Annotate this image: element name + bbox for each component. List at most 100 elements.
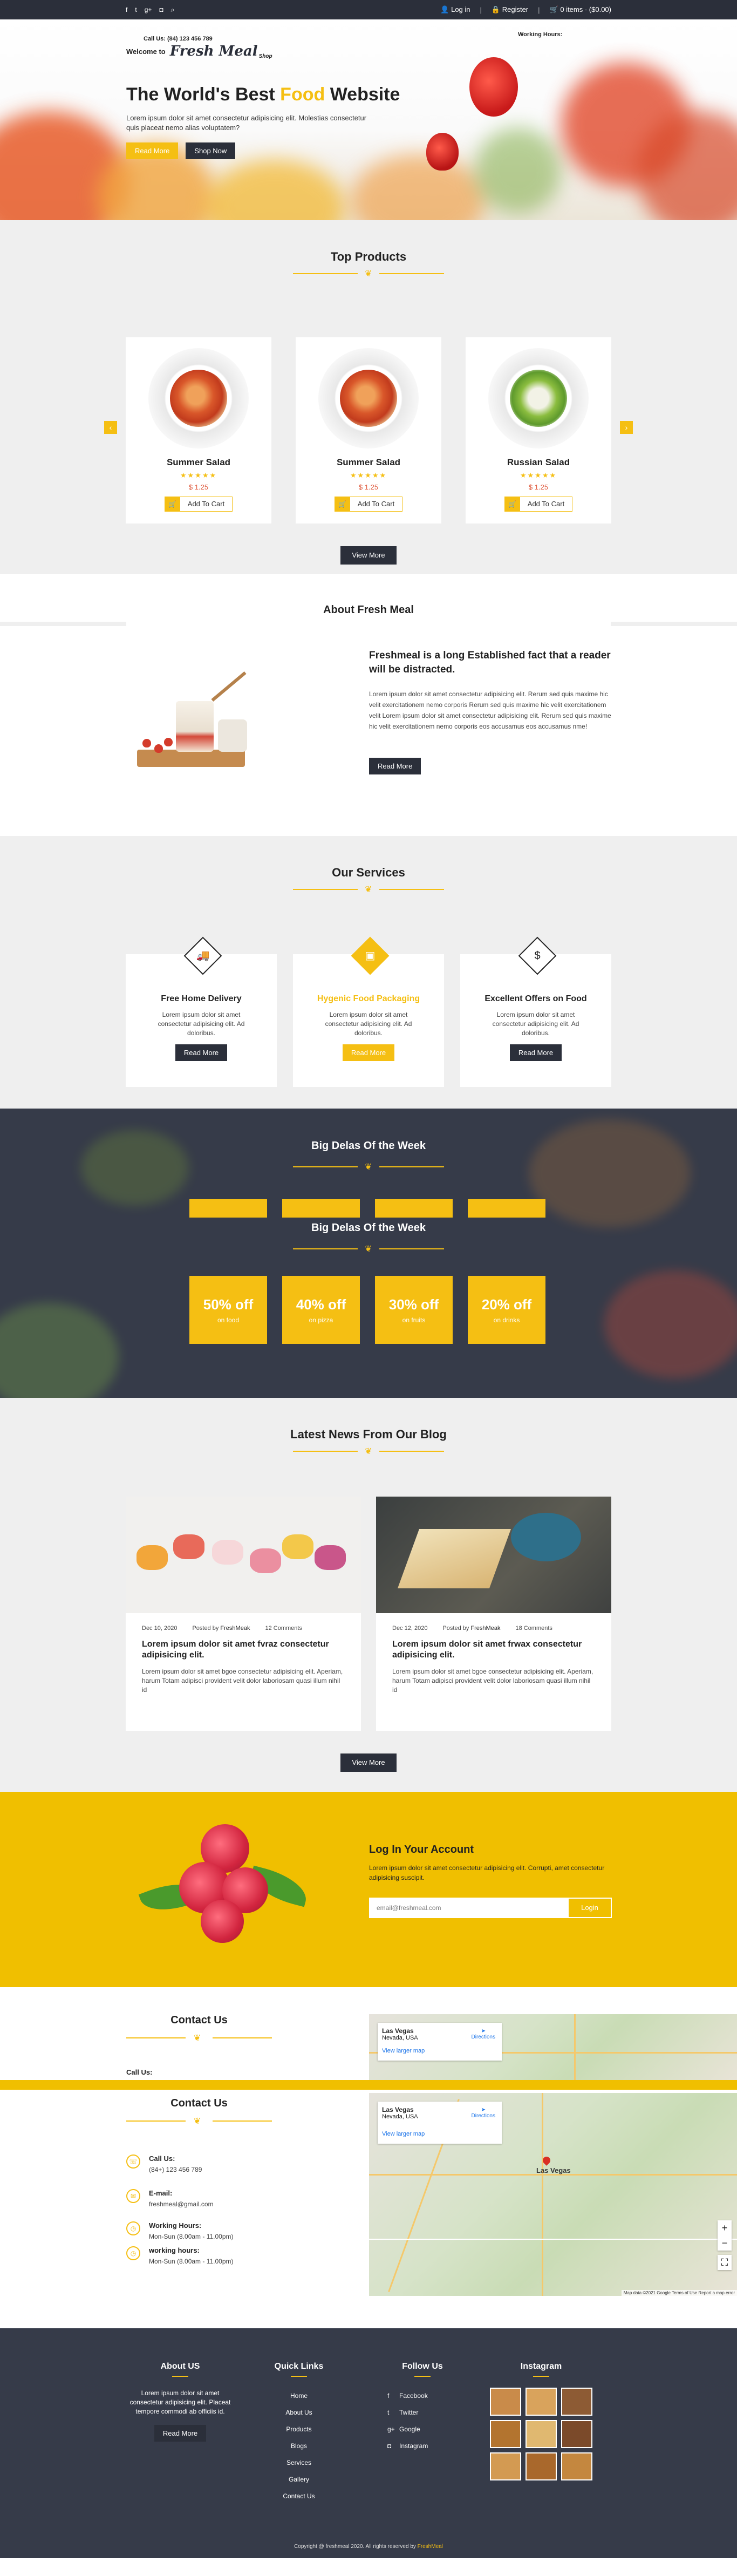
post-author[interactable]: FreshMeak <box>470 1625 500 1632</box>
instagram-icon[interactable]: ◘ <box>159 6 163 14</box>
service-read-more-button[interactable]: Read More <box>342 1044 395 1061</box>
raspberry-image <box>138 1813 311 1954</box>
leaf-icon: ❦ <box>365 269 372 278</box>
login-link[interactable]: 👤 Log in <box>440 5 470 14</box>
product-image <box>488 348 589 448</box>
dessert-image <box>126 669 272 782</box>
carousel-prev-arrow-icon[interactable]: ‹ <box>104 421 117 434</box>
product-card: Summer Salad ★★★★★ $ 1.25 🛒 Add To Cart <box>126 337 271 524</box>
section-title: About Fresh Meal <box>323 604 414 616</box>
fullscreen-icon[interactable]: ⛶ <box>718 2255 732 2270</box>
star-rating-icon: ★★★★★ <box>350 471 387 479</box>
footer-link-services[interactable]: Services <box>261 2455 337 2471</box>
add-to-cart-button[interactable]: 🛒 Add To Cart <box>164 497 233 512</box>
zoom-in-icon[interactable]: + <box>718 2220 732 2235</box>
products-view-more-button[interactable]: View More <box>340 546 397 565</box>
product-price: $ 1.25 <box>188 483 209 491</box>
instagram-thumbnail[interactable] <box>490 2388 521 2416</box>
add-to-cart-button[interactable]: 🛒 Add To Cart <box>504 497 573 512</box>
login-text: Lorem ipsum dolor sit amet consectetur a… <box>369 1864 605 1881</box>
user-icon: 👤 <box>440 5 449 13</box>
cart-icon: 🛒 <box>504 497 520 511</box>
post-title[interactable]: Lorem ipsum dolor sit amet frwax consect… <box>376 1632 611 1661</box>
post-comments[interactable]: 18 Comments <box>515 1625 552 1632</box>
dollar-icon: $ <box>534 950 541 962</box>
deal-card[interactable]: 20% off on drinks <box>468 1276 545 1344</box>
deal-card[interactable]: 30% off on fruits <box>375 1276 453 1344</box>
login-button[interactable]: Login <box>568 1899 611 1917</box>
product-name[interactable]: Summer Salad <box>296 457 441 468</box>
directions-link[interactable]: ➤ Directions <box>472 2107 495 2119</box>
product-name[interactable]: Summer Salad <box>126 457 271 468</box>
post-comments[interactable]: 12 Comments <box>265 1625 302 1632</box>
shop-now-button[interactable]: Shop Now <box>186 142 236 159</box>
hero-lead: Lorem ipsum dolor sit amet consectetur a… <box>126 114 367 132</box>
footer-facebook-link[interactable]: f Facebook <box>387 2388 458 2404</box>
google-plus-icon: g+ <box>387 2425 395 2433</box>
twitter-icon[interactable]: t <box>135 6 137 14</box>
post-meta: Dec 10, 2020 Posted by FreshMeak 12 Comm… <box>142 1625 302 1632</box>
blog-view-more-button[interactable]: View More <box>340 1753 397 1772</box>
footer-google-link[interactable]: g+ Google <box>387 2421 458 2438</box>
instagram-thumbnail[interactable] <box>561 2388 592 2416</box>
search-icon[interactable]: ⌕ <box>171 6 175 14</box>
deal-card[interactable]: 50% off on food <box>189 1276 267 1344</box>
facebook-icon[interactable]: f <box>126 6 127 14</box>
about-read-more-button[interactable]: Read More <box>369 758 421 774</box>
macaron-image[interactable] <box>126 1497 361 1613</box>
zoom-out-icon[interactable]: − <box>718 2235 732 2251</box>
view-larger-map-link[interactable]: View larger map <box>382 2048 497 2054</box>
footer-read-more-button[interactable]: Read More <box>154 2425 207 2442</box>
section-title: Contact Us <box>170 2097 228 2109</box>
email-field[interactable] <box>370 1899 568 1917</box>
post-title[interactable]: Lorem ipsum dolor sit amet fvraz consect… <box>126 1632 361 1661</box>
vegetable-background-image <box>529 1119 691 1227</box>
footer-twitter-link[interactable]: t Twitter <box>387 2404 458 2421</box>
deal-strip <box>189 1199 545 1218</box>
instagram-thumbnail[interactable] <box>526 2388 557 2416</box>
map-embed[interactable]: Las Vegas Nevada, USA View larger map ➤ D… <box>369 2014 737 2084</box>
vegetable-image <box>351 154 486 220</box>
instagram-thumbnail[interactable] <box>490 2452 521 2480</box>
footer-link-home[interactable]: Home <box>261 2388 337 2404</box>
google-plus-icon[interactable]: g+ <box>145 6 152 14</box>
post-author[interactable]: FreshMeak <box>220 1625 250 1632</box>
deal-card[interactable]: 40% off on pizza <box>282 1276 360 1344</box>
view-larger-map-link[interactable]: View larger map <box>382 2131 497 2137</box>
instagram-thumbnail[interactable] <box>526 2452 557 2480</box>
service-read-more-button[interactable]: Read More <box>509 1044 562 1061</box>
footer-link-about[interactable]: About Us <box>261 2404 337 2421</box>
star-rating-icon: ★★★★★ <box>520 471 557 479</box>
instagram-thumbnail[interactable] <box>561 2420 592 2448</box>
instagram-thumbnail[interactable] <box>526 2420 557 2448</box>
footer-instagram-link[interactable]: ◘ Instagram <box>387 2438 458 2455</box>
copyright: Copyright @ freshmeal 2020. All rights r… <box>294 2544 443 2550</box>
instagram-thumbnail[interactable] <box>490 2420 521 2448</box>
service-text: Lorem ipsum dolor sit amet consectetur a… <box>158 1011 245 1037</box>
copyright-brand-link[interactable]: FreshMeal <box>418 2544 443 2550</box>
cart-link[interactable]: 🛒 0 items - ($0.00) <box>550 5 611 14</box>
carousel-next-arrow-icon[interactable]: › <box>620 421 633 434</box>
directions-link[interactable]: ➤ Directions <box>472 2028 495 2040</box>
product-name[interactable]: Russian Salad <box>466 457 611 468</box>
register-link[interactable]: 🔒 Register <box>492 5 528 14</box>
instagram-thumbnail[interactable] <box>561 2452 592 2480</box>
blog-post-card: Dec 12, 2020 Posted by FreshMeak 18 Comm… <box>376 1497 611 1731</box>
footer-follow-title: Follow Us <box>402 2362 443 2371</box>
service-read-more-button[interactable]: Read More <box>175 1044 228 1061</box>
footer-link-contact[interactable]: Contact Us <box>261 2488 337 2505</box>
footer-link-blogs[interactable]: Blogs <box>261 2438 337 2455</box>
logo[interactable]: Fresh Meal <box>170 43 258 59</box>
hero-read-more-button[interactable]: Read More <box>126 142 179 159</box>
hero-section: Call Us: (84) 123 456 789 Working Hours:… <box>0 19 737 220</box>
map-zoom-control[interactable]: + − <box>718 2220 732 2251</box>
cake-image[interactable] <box>376 1497 611 1613</box>
section-title: Contact Us <box>170 2014 228 2026</box>
footer-link-gallery[interactable]: Gallery <box>261 2471 337 2488</box>
add-to-cart-button[interactable]: 🛒 Add To Cart <box>334 497 403 512</box>
post-meta: Dec 12, 2020 Posted by FreshMeak 18 Comm… <box>392 1625 552 1632</box>
cart-icon: 🛒 <box>335 497 350 511</box>
service-card: $ Excellent Offers on Food Lorem ipsum d… <box>460 936 611 1087</box>
map-embed[interactable]: Las Vegas Nevada, USA View larger map ➤ D… <box>369 2093 737 2296</box>
footer-link-products[interactable]: Products <box>261 2421 337 2438</box>
